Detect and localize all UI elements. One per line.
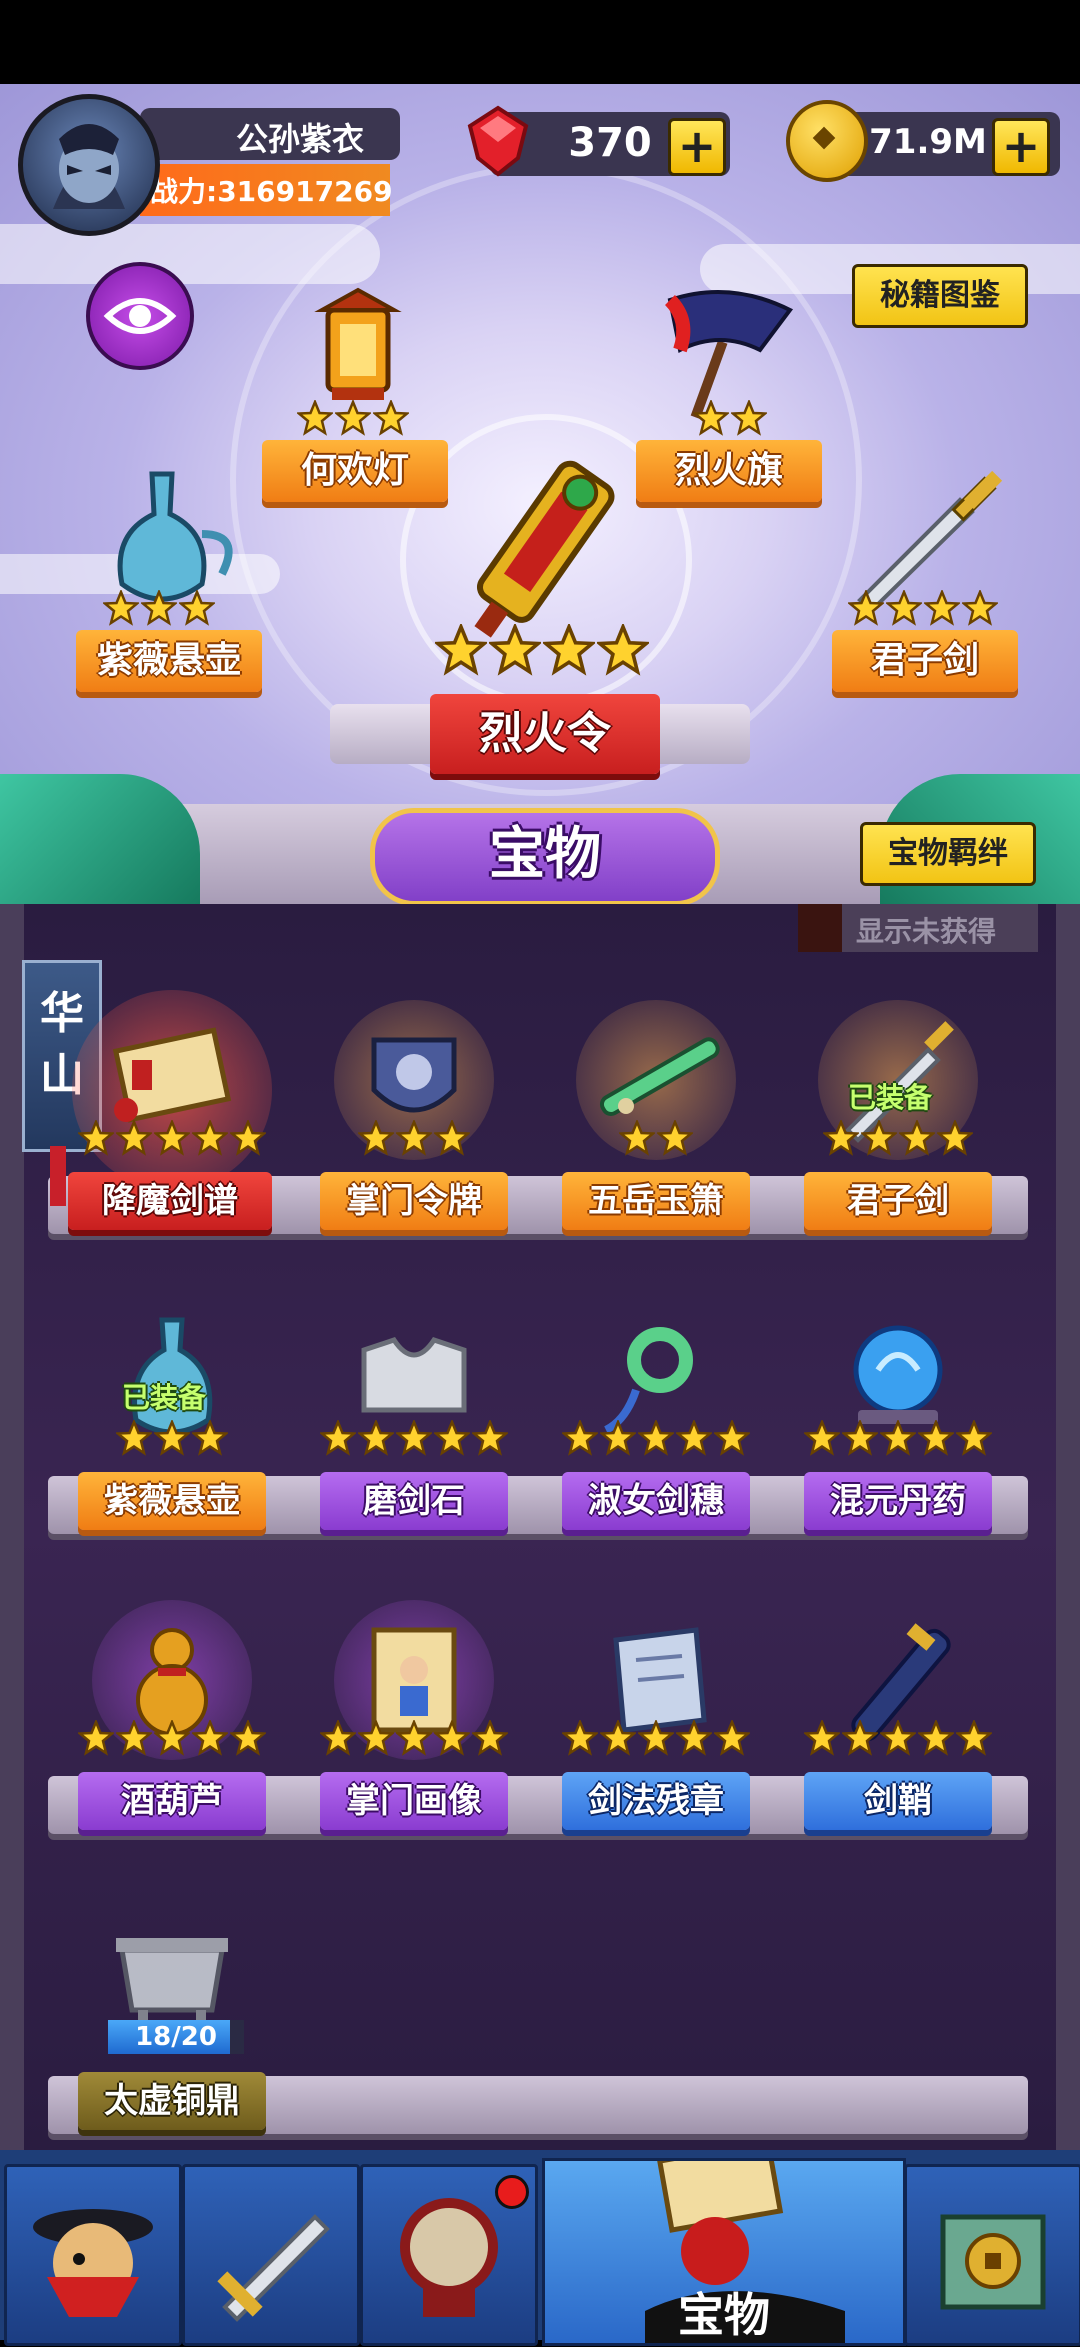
item-name: 剑法残章 xyxy=(562,1772,750,1830)
treasure-slot[interactable]: 18/20 太虚铜鼎 xyxy=(62,1890,282,2180)
gold-coin-icon xyxy=(786,100,868,182)
item-stars xyxy=(556,1420,756,1460)
codex-button[interactable]: 秘籍图鉴 xyxy=(852,264,1028,328)
treasure-slot[interactable]: 剑法残章 xyxy=(546,1590,766,1880)
stars-liehuoqi xyxy=(680,400,780,440)
treasure-slot[interactable]: 掌门画像 xyxy=(304,1590,524,1880)
featured-name-liehuoling[interactable]: 烈火令 xyxy=(430,694,660,774)
status-bar xyxy=(0,0,1080,84)
item-name: 太虚铜鼎 xyxy=(78,2072,266,2130)
item-name: 君子剑 xyxy=(804,1172,992,1230)
treasure-slot[interactable]: 已装备 紫薇悬壶 xyxy=(62,1290,282,1580)
item-stars xyxy=(314,1120,514,1160)
sword-icon[interactable] xyxy=(840,470,1010,613)
add-gems-button[interactable]: + xyxy=(668,118,726,176)
item-stars xyxy=(72,1720,272,1760)
item-name: 紫薇悬壶 xyxy=(78,1472,266,1530)
player-avatar[interactable] xyxy=(18,94,160,236)
item-name: 混元丹药 xyxy=(804,1472,992,1530)
show-unobtained-label: 显示未获得 xyxy=(856,915,997,948)
item-name: 掌门令牌 xyxy=(320,1172,508,1230)
item-stars xyxy=(798,1420,998,1460)
gem-amount: 370 xyxy=(568,120,652,166)
item-stars xyxy=(314,1720,514,1760)
masked-hero-icon xyxy=(33,2209,153,2317)
treasure-slot[interactable]: 混元丹药 xyxy=(788,1290,1008,1580)
equipped-badge: 已装备 xyxy=(122,1381,207,1414)
nav-battle-button[interactable] xyxy=(360,2164,538,2346)
nav-sect-button[interactable] xyxy=(904,2164,1080,2346)
progress-bar: 18/20 xyxy=(108,2020,244,2054)
show-unobtained-toggle[interactable]: 显示未获得 xyxy=(798,904,1038,952)
featured-name-junzijian[interactable]: 君子剑 xyxy=(832,630,1018,692)
treasure-slot[interactable]: 磨剑石 xyxy=(304,1290,524,1580)
item-name: 磨剑石 xyxy=(320,1472,508,1530)
stars-liehuoling xyxy=(424,624,660,676)
nav-active-label: 宝物 xyxy=(678,2288,770,2342)
item-stars xyxy=(556,1120,756,1160)
featured-name-liehuoqi[interactable]: 烈火旗 xyxy=(636,440,822,502)
item-stars xyxy=(798,1120,998,1160)
nav-equipment-button[interactable] xyxy=(182,2164,360,2346)
power-value: 316917269 xyxy=(217,175,393,208)
treasure-slot[interactable]: 五岳玉箫 xyxy=(546,990,766,1280)
stars-junzijian-featured xyxy=(838,590,1008,630)
section-title: 宝物 xyxy=(489,822,601,887)
item-name: 降魔剑谱 xyxy=(68,1172,272,1230)
eye-icon xyxy=(103,298,177,334)
treasure-slot[interactable]: 剑鞘 xyxy=(788,1590,1008,1880)
treasure-bond-button[interactable]: 宝物羁绊 xyxy=(860,822,1036,886)
item-stars xyxy=(72,1120,272,1160)
player-name: 公孙紫衣 xyxy=(235,120,364,158)
lantern-icon[interactable] xyxy=(288,280,428,420)
stars-hehuandeng xyxy=(288,400,418,440)
item-stars xyxy=(556,1720,756,1760)
item-name: 五岳玉箫 xyxy=(562,1172,750,1230)
item-stars xyxy=(798,1720,998,1760)
power-label: 战力: xyxy=(150,175,218,208)
notification-badge xyxy=(495,2175,529,2209)
item-name: 掌门画像 xyxy=(320,1772,508,1830)
treasure-slot[interactable]: 淑女剑穗 xyxy=(546,1290,766,1580)
item-name: 淑女剑穗 xyxy=(562,1472,750,1530)
player-info-panel[interactable]: 公孙紫衣 战力:316917269 xyxy=(140,106,400,218)
section-title-banner: 宝物 xyxy=(370,808,720,906)
treasure-slot[interactable]: 酒葫芦 xyxy=(62,1590,282,1880)
building-icon xyxy=(940,2214,1046,2310)
item-stars xyxy=(314,1420,514,1460)
treasure-slot[interactable]: 已装备 君子剑 xyxy=(788,990,1008,1280)
equipped-badge: 已装备 xyxy=(848,1081,933,1114)
stars-ziweixuanhu-featured xyxy=(94,590,224,630)
jade-cloud-left xyxy=(0,774,200,904)
featured-name-hehuandeng[interactable]: 何欢灯 xyxy=(262,440,448,502)
item-stars xyxy=(72,1420,272,1460)
item-name: 剑鞘 xyxy=(804,1772,992,1830)
sword-icon xyxy=(217,2214,330,2322)
treasure-slot[interactable]: 掌门令牌 xyxy=(304,990,524,1280)
ruby-gem-icon xyxy=(456,98,540,182)
eye-view-button[interactable] xyxy=(86,262,194,370)
nav-treasure-button-active[interactable]: 宝物 xyxy=(542,2139,906,2346)
add-gold-button[interactable]: + xyxy=(992,118,1050,176)
flag-icon[interactable] xyxy=(650,280,810,420)
progress-text: 18/20 xyxy=(135,2022,217,2052)
featured-name-ziweixuanhu[interactable]: 紫薇悬壶 xyxy=(76,630,262,692)
treasure-slot[interactable]: 降魔剑谱 xyxy=(62,990,282,1280)
nav-hero-button[interactable] xyxy=(4,2164,182,2346)
gold-amount: 71.9M xyxy=(869,122,987,162)
toggle-checkbox[interactable] xyxy=(798,904,842,952)
item-name: 酒葫芦 xyxy=(78,1772,266,1830)
